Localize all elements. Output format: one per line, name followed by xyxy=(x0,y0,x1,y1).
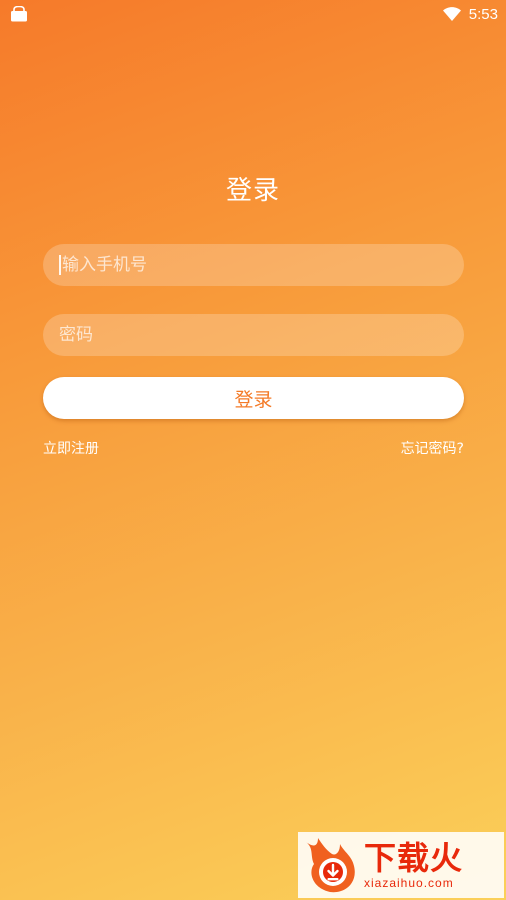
status-bar: 5:53 xyxy=(0,0,506,28)
password-field[interactable] xyxy=(43,314,464,356)
watermark-title: 下载火 xyxy=(364,839,464,877)
text-caret xyxy=(59,255,61,275)
password-input[interactable] xyxy=(59,325,464,345)
login-button[interactable]: 登录 xyxy=(43,377,464,419)
phone-input[interactable] xyxy=(62,255,464,275)
page-title: 登录 xyxy=(225,176,280,206)
status-right: 5:53 xyxy=(442,4,498,24)
phone-field[interactable] xyxy=(43,244,464,286)
shopping-bag-icon xyxy=(11,6,27,22)
forgot-password-link[interactable]: 忘记密码? xyxy=(401,438,464,458)
watermark-url: xiazaihuo.com xyxy=(364,876,454,890)
wifi-icon xyxy=(442,7,461,21)
watermark-text: 下载火 xiazaihuo.com xyxy=(364,840,463,890)
flame-logo-icon xyxy=(306,838,355,893)
register-link[interactable]: 立即注册 xyxy=(43,438,99,458)
status-time: 5:53 xyxy=(468,5,498,23)
watermark: 下载火 xiazaihuo.com xyxy=(298,832,504,898)
